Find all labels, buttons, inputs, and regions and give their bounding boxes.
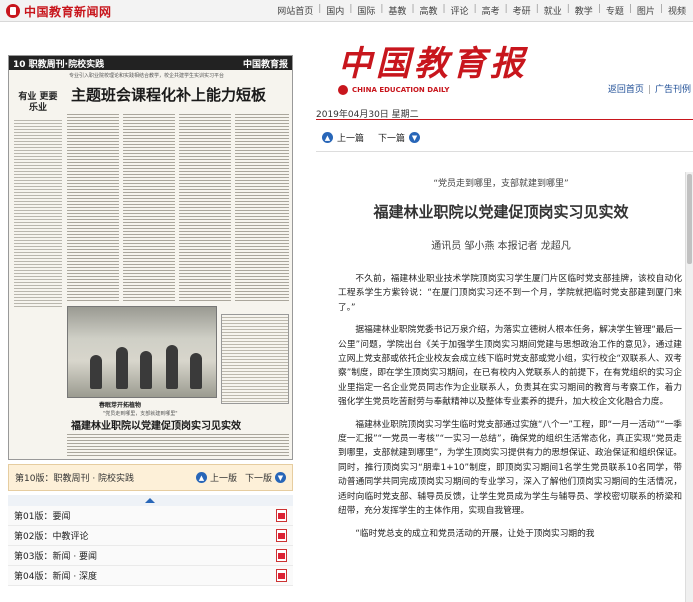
paper-bottom-tagline: "党员走到哪里，支部就建到哪里" xyxy=(103,411,178,417)
edition-label: 第04版：新闻 · 深度 xyxy=(14,572,98,582)
next-page-button[interactable]: 下一版 ▼ xyxy=(245,471,286,484)
paper-bottom-headline[interactable]: 福建林业职院以党建促顶岗实习见实效 xyxy=(71,417,241,432)
site-topbar: 中国教育新闻网 网站首页 | 国内 | 国际 | 基教 | 高教 | 评论 | 高考 | 考研… xyxy=(0,0,693,22)
edition-list-scroll-up[interactable] xyxy=(8,495,293,506)
article-body: 不久前，福建林业职业技术学院顶岗实习学生厦门片区临时党支部挂牌，该校自动化工程系… xyxy=(316,272,686,541)
paper-side-text-block xyxy=(14,118,62,308)
paper-sidebar-box xyxy=(221,314,289,404)
arrow-down-icon: ▼ xyxy=(409,132,421,143)
divider xyxy=(316,119,693,120)
article-paragraph: “临时党总支的成立和党员活动的开展，让处于顶岗实习期的我 xyxy=(355,528,595,539)
edition-item[interactable]: 第02版：中教评论 xyxy=(8,526,293,546)
pdf-icon[interactable] xyxy=(276,549,287,562)
article-byline: 通讯员 邹小燕 本报记者 龙超凡 xyxy=(431,241,571,252)
pdf-icon[interactable] xyxy=(276,529,287,542)
article-column: 中国教育报 CHINA EDUCATION DAILY 返回首页 | 广告刊例 20… xyxy=(308,22,693,602)
nav-item-domestic[interactable]: 国内 xyxy=(321,4,349,17)
paper-text-column xyxy=(67,112,119,302)
paper-bottom-text xyxy=(67,432,289,458)
page-navigation-bar: 第10版：职教周刊 · 院校实践 ▲ 上一版 下一版 ▼ xyxy=(8,464,293,491)
prev-article-button[interactable]: ▲ 上一篇 xyxy=(322,131,364,144)
left-column: 10 职教周刊·院校实践 中国教育报 专业引入职业院校理论和实践相结合教学，校企… xyxy=(8,55,293,586)
back-home-link[interactable]: 返回首页 xyxy=(608,85,644,95)
article-paragraph: 福建林业职院顶岗实习学生临时党支部通过实施“八个一”工程，即“一月一活动”“一季… xyxy=(338,419,682,517)
nav-item-employment[interactable]: 就业 xyxy=(539,4,567,17)
nav-item-basic-education[interactable]: 基教 xyxy=(383,4,411,17)
ad-rates-link[interactable]: 广告刊例 xyxy=(655,85,691,95)
header-links: 返回首页 | 广告刊例 xyxy=(607,85,691,95)
edition-item[interactable]: 第01版：要闻 xyxy=(8,506,293,526)
next-page-label: 下一版 xyxy=(244,474,272,484)
paper-tagline: 专业引入职业院校理论和实践相结合教学，校企共建学生实训实习平台 xyxy=(69,73,225,79)
article-navigation: ▲ 上一篇 下一篇 ▼ xyxy=(322,131,421,144)
paper-text-column xyxy=(179,112,231,302)
edition-label: 第01版：要闻 xyxy=(14,512,71,522)
arrow-up-icon: ▲ xyxy=(195,472,207,483)
prev-page-button[interactable]: ▲ 上一版 xyxy=(195,471,237,484)
article-title: 福建林业职院以党建促顶岗实习见实效 xyxy=(373,203,629,221)
logo-icon xyxy=(6,4,20,18)
masthead-subtitle: CHINA EDUCATION DAILY xyxy=(352,86,450,94)
article-content: “党员走到哪里，支部就建到哪里” 福建林业职院以党建促顶岗实习见实效 通讯员 邹… xyxy=(316,162,686,549)
nav-item-gaokao[interactable]: 高考 xyxy=(477,4,505,17)
article-intro-title: “党员走到哪里，支部就建到哪里” xyxy=(433,179,569,189)
current-page-label: 第10版：职教周刊 · 院校实践 xyxy=(15,474,135,484)
prev-page-label: 上一版 xyxy=(209,474,237,484)
paper-text-column xyxy=(235,112,289,302)
paper-page-header: 10 职教周刊·院校实践 中国教育报 xyxy=(9,56,292,70)
scrollbar-thumb[interactable] xyxy=(687,174,692,264)
next-article-button[interactable]: 下一篇 ▼ xyxy=(378,131,421,144)
article-paragraph: 据福建林业职院党委书记万泉介绍，为落实立德树人根本任务，解决学生管理“最后一公里… xyxy=(338,325,682,408)
paper-photo-caption: 春眠芽开拓植物 xyxy=(99,402,142,409)
next-article-label: 下一篇 xyxy=(378,134,406,144)
nav-item-pictures[interactable]: 图片 xyxy=(632,4,660,17)
edition-item[interactable]: 第04版：新闻 · 深度 xyxy=(8,566,293,586)
nav-item-higher-education[interactable]: 高教 xyxy=(414,4,442,17)
arrow-up-icon: ▲ xyxy=(322,132,333,143)
edition-item[interactable]: 第03版：新闻 · 要闻 xyxy=(8,546,293,566)
prev-article-label: 上一篇 xyxy=(337,134,365,144)
top-nav: 网站首页 | 国内 | 国际 | 基教 | 高教 | 评论 | 高考 | 考研 | 就业 | 教学… xyxy=(272,4,691,17)
nav-item-video[interactable]: 视频 xyxy=(663,4,691,17)
paper-page-masthead: 中国教育报 xyxy=(242,60,288,70)
masthead-emblem-icon xyxy=(338,85,348,95)
edition-label: 第02版：中教评论 xyxy=(14,532,89,542)
paper-text-column xyxy=(123,112,175,302)
arrow-down-icon: ▼ xyxy=(275,472,286,483)
pdf-icon[interactable] xyxy=(276,509,287,522)
masthead-title: 中国教育报 xyxy=(338,44,528,84)
nav-item-special[interactable]: 专题 xyxy=(601,4,629,17)
edition-label: 第03版：新闻 · 要闻 xyxy=(14,552,98,562)
site-logo[interactable]: 中国教育新闻网 xyxy=(6,3,112,19)
nav-item-home[interactable]: 网站首页 xyxy=(272,4,318,17)
nav-item-commentary[interactable]: 评论 xyxy=(446,4,474,17)
nav-item-international[interactable]: 国际 xyxy=(352,4,380,17)
nav-item-kaoyan[interactable]: 考研 xyxy=(508,4,536,17)
paper-photo xyxy=(67,306,217,398)
masthead-subtitle-row: CHINA EDUCATION DAILY xyxy=(338,85,528,95)
newspaper-page-thumbnail[interactable]: 10 职教周刊·院校实践 中国教育报 专业引入职业院校理论和实践相结合教学，校企… xyxy=(8,55,293,460)
site-logo-text: 中国教育新闻网 xyxy=(24,4,112,19)
paper-page-section: 10 职教周刊·院校实践 xyxy=(13,60,105,70)
divider xyxy=(316,151,693,152)
edition-list: 第01版：要闻 第02版：中教评论 第03版：新闻 · 要闻 第04版：新闻 ·… xyxy=(8,506,293,586)
paper-headline[interactable]: 主题班会课程化补上能力短板 xyxy=(71,84,266,105)
nav-item-teaching[interactable]: 教学 xyxy=(570,4,598,17)
paper-side-heading[interactable]: 有业 更要乐业 xyxy=(14,92,62,114)
scrollbar[interactable] xyxy=(685,172,693,602)
pdf-icon[interactable] xyxy=(276,569,287,582)
newspaper-masthead: 中国教育报 CHINA EDUCATION DAILY xyxy=(338,36,528,95)
article-paragraph: 不久前，福建林业职业技术学院顶岗实习学生厦门片区临时党支部挂牌，该校自动化工程系… xyxy=(338,274,682,313)
